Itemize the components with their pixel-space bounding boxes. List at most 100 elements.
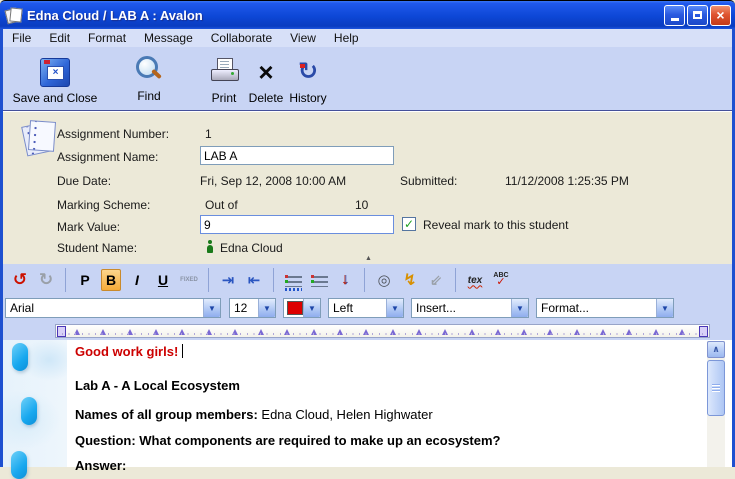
- text-color-select[interactable]: ▼: [283, 298, 321, 318]
- spell-check-button[interactable]: ABC ✓: [491, 269, 511, 291]
- copy-formatting-button[interactable]: ↯: [400, 269, 420, 291]
- italic-button[interactable]: I: [127, 269, 147, 291]
- student-name-label: Student Name:: [57, 241, 137, 255]
- tab-stop-marker[interactable]: [521, 329, 527, 335]
- left-indent-marker[interactable]: [57, 326, 66, 337]
- tab-stop-marker[interactable]: [206, 329, 212, 335]
- find-button[interactable]: Find: [121, 53, 177, 103]
- menu-collaborate[interactable]: Collaborate: [202, 31, 281, 45]
- tab-stop-marker[interactable]: [127, 329, 133, 335]
- assignment-number-label: Assignment Number:: [57, 127, 169, 141]
- unquote-icon: [311, 273, 328, 287]
- tab-stop-marker[interactable]: [495, 329, 501, 335]
- insert-select[interactable]: Insert... ▼: [411, 298, 529, 318]
- chevron-down-icon: ▼: [656, 299, 673, 317]
- tab-stop-marker[interactable]: [626, 329, 632, 335]
- insert-object-button[interactable]: ◎: [374, 269, 394, 291]
- scroll-up-button[interactable]: ∧: [707, 341, 725, 358]
- close-button[interactable]: ×: [710, 5, 731, 26]
- maximize-icon: [693, 11, 702, 19]
- underline-button[interactable]: U: [153, 269, 173, 291]
- maximize-button[interactable]: [687, 5, 708, 26]
- student-name-value[interactable]: Edna Cloud: [220, 241, 283, 255]
- submitted-label: Submitted:: [400, 174, 457, 188]
- menu-file[interactable]: File: [3, 31, 40, 45]
- group-members-line: Names of all group members: Edna Cloud, …: [75, 407, 433, 422]
- chevron-down-icon: ▼: [258, 299, 275, 317]
- main-toolbar: × Save and Close ▾ Find ▾ Print × Delete…: [3, 47, 732, 111]
- checkmark-icon: ✓: [404, 218, 414, 230]
- title-bar[interactable]: Edna Cloud / LAB A : Avalon ×: [0, 0, 735, 29]
- menu-view[interactable]: View: [281, 31, 325, 45]
- print-button[interactable]: Print: [203, 55, 245, 105]
- reveal-mark-checkbox[interactable]: ✓: [402, 217, 416, 231]
- menu-message[interactable]: Message: [135, 31, 202, 45]
- spell-as-you-type-button[interactable]: tex: [465, 269, 485, 291]
- chevron-down-icon: ▼: [203, 299, 220, 317]
- editor-surface[interactable]: Good work girls! Lab A - A Local Ecosyst…: [3, 340, 732, 467]
- separator: [208, 268, 209, 292]
- teacher-comment: Good work girls!: [75, 344, 183, 359]
- tab-stop-marker[interactable]: [574, 329, 580, 335]
- undo-button[interactable]: ↺: [10, 269, 30, 291]
- menu-format[interactable]: Format: [79, 31, 135, 45]
- separator: [364, 268, 365, 292]
- assignment-name-input[interactable]: LAB A: [200, 146, 394, 165]
- tab-stop-marker[interactable]: [74, 329, 80, 335]
- tab-stop-marker[interactable]: [337, 329, 343, 335]
- tab-stop-marker[interactable]: [232, 329, 238, 335]
- quote-button[interactable]: [283, 269, 303, 291]
- fixed-font-button[interactable]: FIXED: [179, 269, 199, 291]
- redo-button[interactable]: ↻: [36, 269, 56, 291]
- separator: [455, 268, 456, 292]
- minimize-button[interactable]: [664, 5, 685, 26]
- tab-stop-marker[interactable]: [442, 329, 448, 335]
- bold-button[interactable]: B: [101, 269, 121, 291]
- indent-increase-button[interactable]: ⇥: [218, 269, 238, 291]
- color-swatch: [287, 301, 303, 315]
- vertical-scrollbar[interactable]: ∧: [707, 341, 725, 467]
- apply-formatting-button[interactable]: ⇙: [426, 269, 446, 291]
- menu-edit[interactable]: Edit: [40, 31, 79, 45]
- tab-stop-marker[interactable]: [679, 329, 685, 335]
- tab-stop-marker[interactable]: [469, 329, 475, 335]
- scrollbar-thumb[interactable]: [707, 360, 725, 416]
- mark-value-input[interactable]: 9: [200, 215, 394, 234]
- assignment-name-label: Assignment Name:: [57, 150, 158, 164]
- tab-stop-marker[interactable]: [179, 329, 185, 335]
- save-and-close-button[interactable]: × Save and Close: [9, 55, 101, 105]
- tab-stop-marker[interactable]: [258, 329, 264, 335]
- unquote-button[interactable]: [309, 269, 329, 291]
- mark-value-label: Mark Value:: [57, 220, 120, 234]
- tab-stop-marker[interactable]: [390, 329, 396, 335]
- due-date-value: Fri, Sep 12, 2008 10:00 AM: [200, 174, 346, 188]
- assignment-document-icon: [23, 120, 57, 154]
- tab-stop-marker[interactable]: [311, 329, 317, 335]
- collapse-pane-icon[interactable]: ▲: [365, 255, 372, 262]
- window-border-left: [0, 29, 3, 467]
- menu-help[interactable]: Help: [325, 31, 368, 45]
- tab-stop-marker[interactable]: [100, 329, 106, 335]
- decorative-capsule: [12, 343, 28, 371]
- indent-decrease-button[interactable]: ⇤: [244, 269, 264, 291]
- align-select[interactable]: Left ▼: [328, 298, 404, 318]
- insert-signature-button[interactable]: ↓: [335, 269, 355, 291]
- plain-style-button[interactable]: P: [75, 269, 95, 291]
- chevron-down-icon: ▼: [511, 299, 528, 317]
- stationery-margin: [3, 340, 67, 467]
- tab-stop-marker[interactable]: [153, 329, 159, 335]
- delete-button[interactable]: × Delete: [245, 55, 287, 105]
- ruler[interactable]: [55, 324, 710, 338]
- font-select[interactable]: Arial ▼: [5, 298, 221, 318]
- history-button[interactable]: ↻ History: [286, 55, 330, 105]
- tab-stop-marker[interactable]: [284, 329, 290, 335]
- text-cursor: [182, 344, 183, 358]
- tab-stop-marker[interactable]: [600, 329, 606, 335]
- tab-stop-marker[interactable]: [653, 329, 659, 335]
- tab-stop-marker[interactable]: [416, 329, 422, 335]
- right-indent-marker[interactable]: [699, 326, 708, 337]
- tab-stop-marker[interactable]: [363, 329, 369, 335]
- tab-stop-marker[interactable]: [547, 329, 553, 335]
- font-size-select[interactable]: 12 ▼: [229, 298, 276, 318]
- format-select[interactable]: Format... ▼: [536, 298, 674, 318]
